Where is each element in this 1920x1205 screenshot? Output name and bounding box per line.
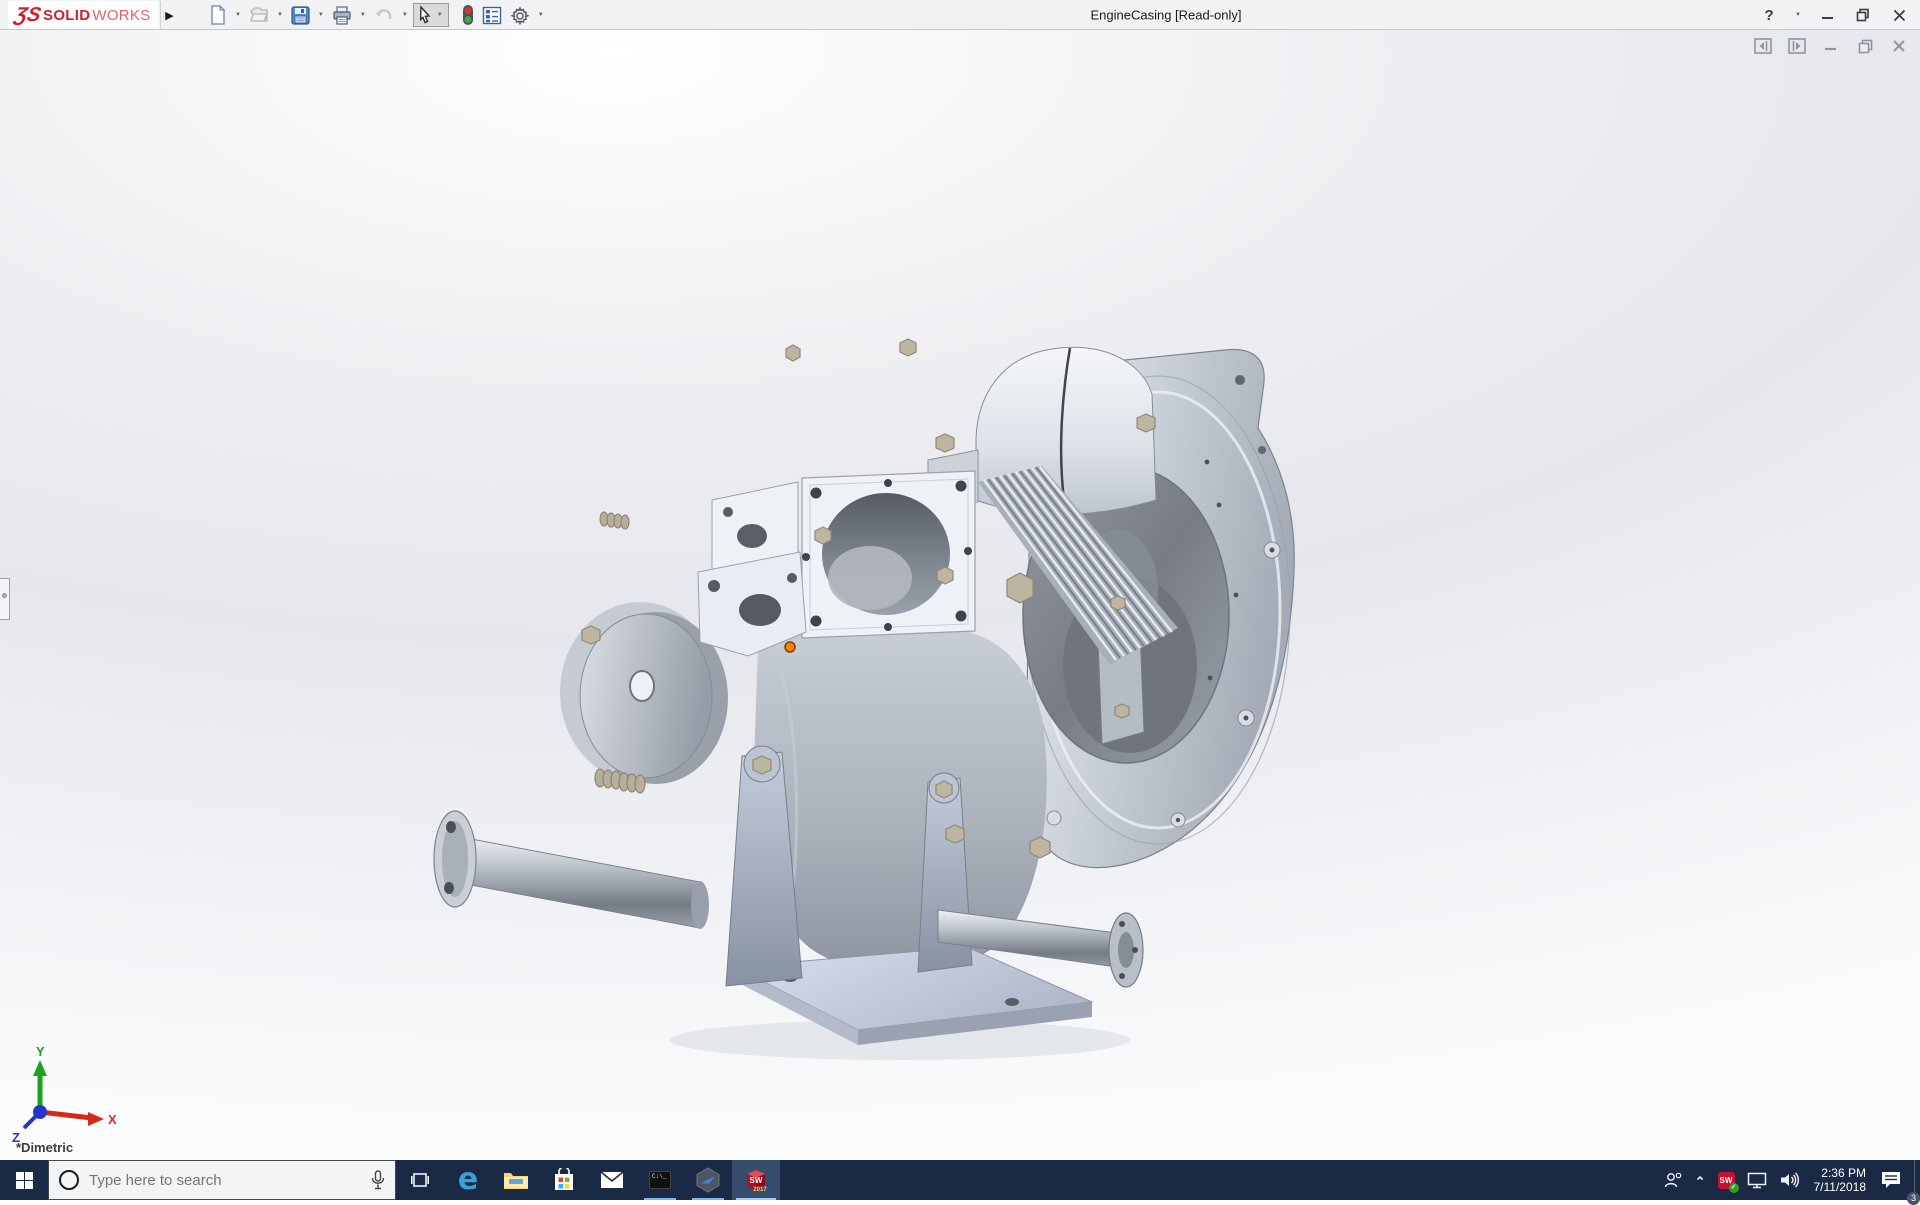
document-title: EngineCasing [Read-only] [1090, 7, 1242, 22]
print-button[interactable] [329, 2, 355, 28]
rebuild-button[interactable] [459, 2, 477, 28]
taskbar-spacer [780, 1160, 1657, 1200]
open-caret[interactable]: ▼ [274, 12, 286, 18]
titlebar: ƷS SOLID WORKS ▶ ▼ ▼ ▼ ▼ ▼ ▼ ▼ EngineCas… [0, 0, 1920, 30]
task-view-icon [411, 1173, 429, 1187]
people-icon [1664, 1172, 1681, 1188]
taskbar: e C:\_ SW 2017 ⌃ SW✓ [0, 1160, 1920, 1205]
taskbar-app-hexagon[interactable] [684, 1160, 732, 1200]
options-button[interactable] [507, 2, 533, 28]
printer-icon [333, 5, 351, 25]
search-input[interactable] [89, 1171, 361, 1189]
minimize-button[interactable] [1814, 2, 1840, 28]
tray-people-button[interactable] [1657, 1160, 1689, 1200]
speaker-icon [1780, 1172, 1799, 1188]
hexagon-app-icon [696, 1167, 720, 1193]
microsoft-store-icon [555, 1168, 573, 1190]
tray-solidworks-button[interactable]: SW ✓ [1712, 1160, 1741, 1200]
taskbar-clock[interactable]: 2:36 PM 7/11/2018 [1806, 1166, 1875, 1194]
taskbar-app-file-explorer[interactable] [492, 1160, 540, 1200]
clock-date: 7/11/2018 [1813, 1180, 1867, 1194]
select-caret[interactable]: ▼ [434, 12, 446, 18]
menu-flyout-button[interactable]: ▶ [160, 1, 178, 29]
brand-light: WORKS [92, 6, 151, 24]
system-tray: ⌃ SW ✓ 2:36 PM 7/11/2018 3 [1657, 1160, 1920, 1205]
view-orientation-label: *Dimetric [16, 1140, 74, 1155]
window-controls: ? ▼ [1756, 0, 1912, 30]
svg-text:SW: SW [750, 1176, 763, 1185]
file-explorer-icon [504, 1173, 528, 1189]
windows-logo-icon [15, 1171, 33, 1189]
file-properties-button[interactable] [479, 2, 505, 28]
triad-y-label: Y [36, 1044, 45, 1059]
notification-bubble-icon [1882, 1172, 1900, 1188]
engine-casing-3d-model[interactable]: Y X Z [0, 30, 1920, 1160]
microphone-icon[interactable] [371, 1170, 385, 1190]
minimize-icon [1821, 16, 1833, 19]
brand-bold: SOLID [43, 6, 91, 24]
close-icon [1893, 9, 1905, 21]
taskbar-app-edge[interactable]: e [444, 1160, 492, 1200]
gear-icon [510, 6, 530, 25]
undo-arrow-icon [375, 9, 392, 19]
svg-text:2017: 2017 [753, 1187, 767, 1193]
open-button[interactable] [246, 2, 272, 28]
select-tool-button[interactable]: ▼ [412, 3, 449, 27]
orientation-triad: Y X Z [12, 1044, 117, 1145]
save-floppy-icon [291, 5, 310, 25]
command-prompt-icon: C:\_ [649, 1171, 671, 1189]
select-cursor-icon [419, 5, 431, 24]
undo-button[interactable] [371, 2, 397, 28]
save-button[interactable] [288, 2, 313, 28]
save-caret[interactable]: ▼ [315, 12, 327, 18]
restore-button[interactable] [1850, 2, 1876, 28]
help-button[interactable]: ? [1756, 2, 1782, 28]
triad-x-label: X [108, 1112, 117, 1127]
open-folder-icon [250, 7, 268, 22]
task-view-button[interactable] [396, 1160, 444, 1200]
taskbar-app-mail[interactable] [588, 1160, 636, 1200]
file-properties-icon [482, 6, 501, 24]
new-document-button[interactable] [206, 2, 230, 28]
tray-network-button[interactable] [1741, 1160, 1773, 1200]
mail-icon [600, 1171, 624, 1188]
edge-icon: e [457, 1162, 479, 1197]
start-button[interactable] [0, 1160, 48, 1200]
traffic-light-icon [462, 5, 473, 25]
new-document-icon [211, 5, 226, 25]
ds-swoosh-icon: ƷS [13, 4, 44, 26]
cortana-icon [59, 1170, 79, 1190]
clock-time: 2:36 PM [1821, 1166, 1866, 1180]
undo-caret[interactable]: ▼ [399, 12, 411, 18]
network-monitor-icon [1747, 1172, 1766, 1188]
help-caret[interactable]: ▼ [1792, 12, 1804, 18]
solidworks-tray-icon: SW ✓ [1717, 1171, 1739, 1193]
new-caret[interactable]: ▼ [232, 12, 244, 18]
quick-toolbar: ▼ ▼ ▼ ▼ ▼ ▼ ▼ [206, 0, 547, 30]
tray-volume-button[interactable] [1773, 1160, 1806, 1200]
taskbar-search[interactable] [48, 1160, 396, 1200]
restore-icon [1856, 8, 1869, 22]
solidworks-logo: ƷS SOLID WORKS [8, 1, 158, 29]
chevron-up-icon: ⌃ [1694, 1174, 1706, 1189]
close-button[interactable] [1886, 2, 1912, 28]
graphics-viewport[interactable]: Y X Z *Dimetric [0, 30, 1920, 1160]
print-caret[interactable]: ▼ [357, 12, 369, 18]
taskbar-app-store[interactable] [540, 1160, 588, 1200]
notification-count-badge: 3 [1907, 1192, 1920, 1205]
taskbar-app-cmd[interactable]: C:\_ [636, 1160, 684, 1200]
action-center-button[interactable]: 3 [1874, 1160, 1920, 1205]
solidworks-app-icon: SW 2017 [747, 1170, 767, 1193]
selection-marker-dot [784, 641, 796, 653]
taskbar-app-solidworks[interactable]: SW 2017 [732, 1160, 780, 1200]
tray-overflow-chevron[interactable]: ⌃ [1689, 1160, 1712, 1200]
green-check-icon: ✓ [1728, 1182, 1739, 1193]
model-geometry [433, 338, 1295, 1060]
options-caret[interactable]: ▼ [535, 12, 547, 18]
